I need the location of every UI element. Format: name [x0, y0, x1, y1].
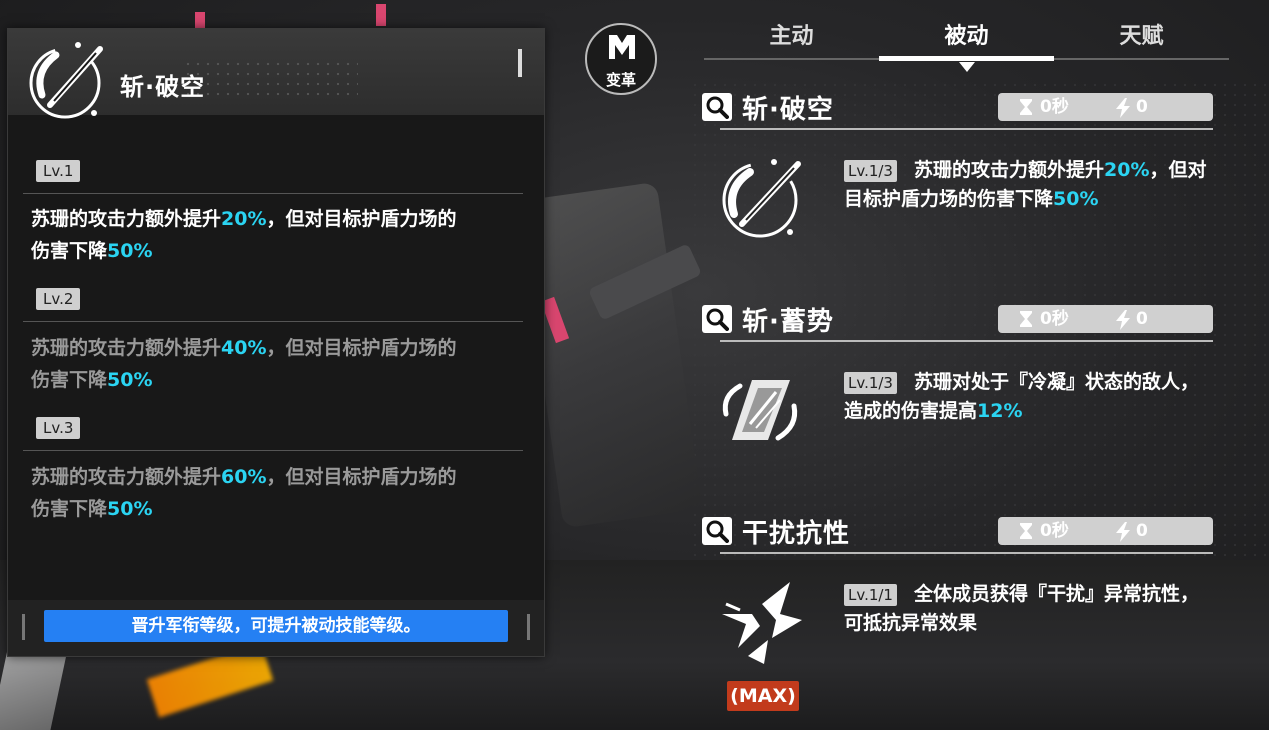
skill-title: 干扰抗性 [742, 519, 851, 549]
skill-header: 干扰抗性 0秒 0 [700, 512, 1215, 554]
skill-description: 全体成员获得『干扰』异常抗性，可抵抗异常效果 [844, 580, 1214, 638]
tab-caret-icon [959, 62, 975, 72]
hourglass-icon [1020, 523, 1032, 539]
lightning-icon [1116, 98, 1130, 118]
desc-text: ，但对目标护盾力场的 [266, 208, 457, 230]
panel-footer: 晋升军衔等级，可提升被动技能等级。 [8, 600, 544, 656]
skill-stats: 0秒 0 [998, 517, 1213, 545]
skill-detail-panel: 斩·破空 Lv.1 苏珊的攻击力额外提升20%，但对目标护盾力场的 伤害下降50… [7, 28, 545, 657]
header-dot-pattern [183, 59, 358, 99]
lightning-icon [1116, 522, 1130, 542]
skill-title: 斩·破空 [742, 95, 834, 125]
skill-description: 苏珊的攻击力额外提升20%，但对目标护盾力场的伤害下降50% [844, 156, 1214, 214]
skill-header: 斩·蓄势 0秒 0 [700, 300, 1215, 342]
divider [720, 340, 1213, 342]
skill-tabs: 主动 被动 天赋 [704, 18, 1229, 72]
energy-value: 0 [1136, 309, 1148, 329]
tab-passive-skills[interactable]: 被动 [879, 18, 1054, 56]
tab-active-indicator [879, 56, 1054, 61]
desc-text: 全体成员获得『干扰』异常抗性，可抵抗异常效果 [844, 583, 1200, 634]
magnify-icon[interactable] [702, 305, 732, 333]
slash-sword-icon [29, 42, 103, 119]
charged-blade-icon [722, 380, 798, 441]
desc-value: 12% [977, 400, 1023, 422]
desc-value: 20% [221, 208, 267, 230]
desc-value: 50% [107, 498, 153, 520]
cooldown-value: 0秒 [1040, 309, 1069, 329]
background-accent [376, 4, 386, 26]
reform-button[interactable]: 变革 [585, 23, 657, 95]
desc-value: 50% [107, 240, 153, 262]
interference-resist-icon [722, 582, 802, 664]
tab-active-skills[interactable]: 主动 [704, 18, 879, 56]
magnify-icon[interactable] [702, 517, 732, 545]
skill-entry[interactable]: 斩·蓄势 0秒 0 Lv.1/3 苏珊对处于『冷凝』状态的敌人，造成的伤害提高1… [700, 300, 1215, 480]
level-description: 苏珊的攻击力额外提升40%，但对目标护盾力场的 伤害下降50% [31, 332, 521, 396]
desc-text: 苏珊的攻击力额外提升 [31, 466, 222, 488]
level-badge: Lv.1 [36, 160, 81, 182]
max-level-tag: (MAX) [727, 681, 799, 711]
desc-text: ，但对目标护盾力场的 [266, 466, 457, 488]
desc-text: 伤害下降 [31, 240, 108, 262]
promote-rank-button[interactable]: 晋升军衔等级，可提升被动技能等级。 [44, 610, 508, 642]
tab-talent[interactable]: 天赋 [1054, 18, 1229, 56]
desc-value: 50% [107, 369, 153, 391]
panel-title: 斩·破空 [120, 73, 206, 101]
divider [720, 128, 1213, 130]
cooldown-value: 0秒 [1040, 521, 1069, 541]
level-badge: Lv.3 [36, 417, 81, 439]
reform-label: 变革 [605, 71, 636, 89]
desc-text: 苏珊的攻击力额外提升 [914, 159, 1105, 181]
desc-text: 伤害下降 [31, 498, 108, 520]
energy-value: 0 [1136, 521, 1148, 541]
level-description: 苏珊的攻击力额外提升20%，但对目标护盾力场的 伤害下降50% [31, 203, 521, 267]
desc-value: 40% [221, 337, 267, 359]
reform-emblem-icon [609, 35, 635, 59]
level-badge: Lv.2 [36, 288, 81, 310]
divider [23, 450, 523, 451]
desc-value: 20% [1104, 159, 1150, 181]
desc-text: 伤害下降 [31, 369, 108, 391]
skill-entry[interactable]: 干扰抗性 0秒 0 Lv.1/1 全体成员获得『干扰』异常抗性，可抵抗异常效果 [700, 512, 1215, 682]
panel-header: 斩·破空 [8, 29, 544, 119]
footer-marker [22, 614, 25, 640]
skill-description: 苏珊对处于『冷凝』状态的敌人，造成的伤害提高12% [844, 368, 1214, 426]
divider [23, 321, 523, 322]
background-mech-body [517, 181, 703, 529]
magnify-icon[interactable] [702, 93, 732, 121]
lightning-icon [1116, 310, 1130, 330]
level-description: 苏珊的攻击力额外提升60%，但对目标护盾力场的 伤害下降50% [31, 461, 521, 525]
skill-stats: 0秒 0 [998, 305, 1213, 333]
footer-marker [527, 614, 530, 640]
skill-stats: 0秒 0 [998, 93, 1213, 121]
desc-text: ，但对目标护盾力场的 [266, 337, 457, 359]
skill-entry[interactable]: 斩·破空 0秒 0 Lv.1/3 苏珊的攻击力额外提升20%，但对目标护盾力场的… [700, 88, 1215, 268]
desc-value: 60% [221, 466, 267, 488]
header-scroll-marker [518, 49, 522, 77]
desc-value: 50% [1053, 188, 1099, 210]
energy-value: 0 [1136, 97, 1148, 117]
hourglass-icon [1020, 99, 1032, 115]
divider [720, 552, 1213, 554]
slash-sword-icon [722, 159, 801, 238]
skill-header: 斩·破空 0秒 0 [700, 88, 1215, 130]
desc-text: 苏珊的攻击力额外提升 [31, 337, 222, 359]
cooldown-value: 0秒 [1040, 97, 1069, 117]
divider [23, 193, 523, 194]
desc-text: 苏珊的攻击力额外提升 [31, 208, 222, 230]
hourglass-icon [1020, 311, 1032, 327]
skill-title: 斩·蓄势 [742, 307, 834, 337]
